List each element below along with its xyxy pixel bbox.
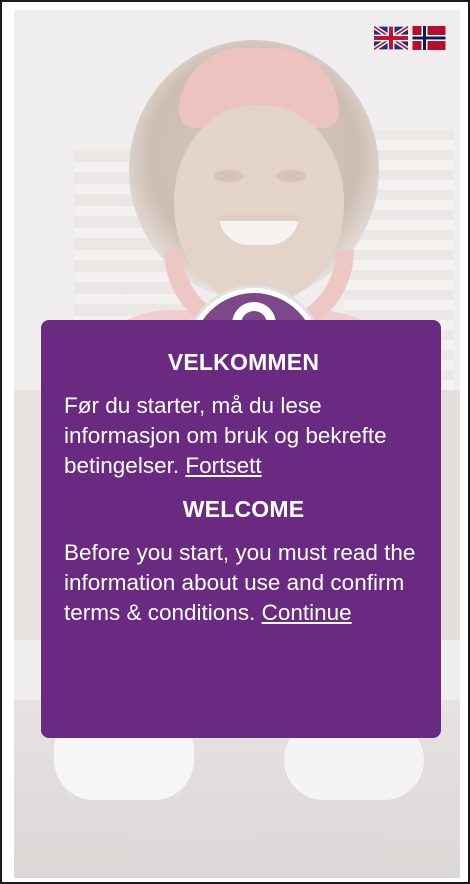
continue-link-norwegian[interactable]: Fortsett bbox=[185, 453, 261, 478]
background-eye bbox=[276, 170, 306, 182]
continue-link-english[interactable]: Continue bbox=[262, 600, 352, 625]
norway-flag-icon[interactable] bbox=[412, 26, 446, 50]
dialog-title-english: WELCOME bbox=[182, 496, 305, 522]
app-screen: VELKOMMEN Før du starter, må du lese inf… bbox=[0, 0, 470, 884]
welcome-dialog: VELKOMMEN Før du starter, må du lese inf… bbox=[41, 320, 441, 738]
dialog-body-english: Before you start, you must read the info… bbox=[64, 540, 416, 625]
background-eye bbox=[214, 170, 244, 182]
dialog-text-norwegian: Før du starter, må du lese informasjon o… bbox=[64, 391, 423, 481]
language-selector bbox=[374, 26, 446, 50]
dialog-text-english: Before you start, you must read the info… bbox=[64, 538, 423, 628]
uk-flag-icon[interactable] bbox=[374, 26, 408, 50]
dialog-title-norwegian: VELKOMMEN bbox=[167, 349, 320, 375]
